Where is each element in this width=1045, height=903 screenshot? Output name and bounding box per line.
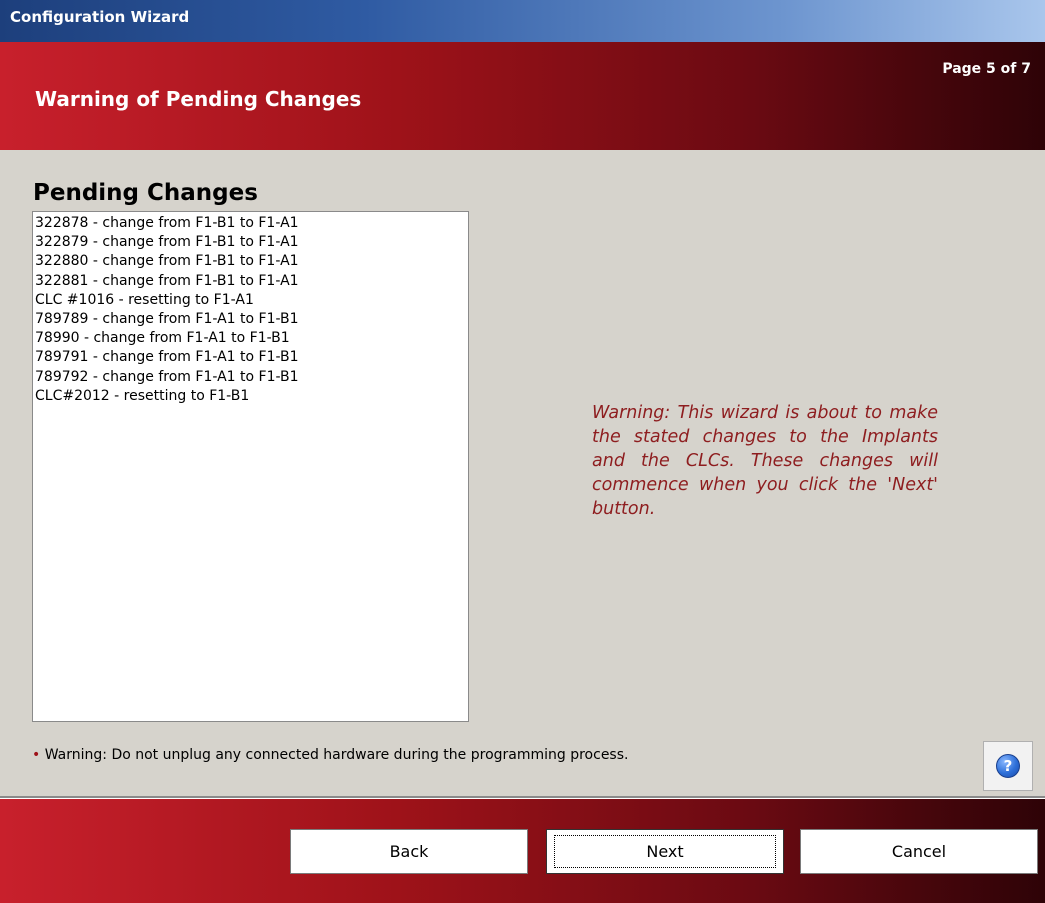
next-button[interactable]: Next	[546, 829, 784, 874]
list-item[interactable]: 322878 - change from F1-B1 to F1-A1	[35, 214, 468, 233]
list-item[interactable]: CLC#2012 - resetting to F1-B1	[35, 387, 468, 406]
warning-bullet: •	[32, 747, 41, 763]
window-title: Configuration Wizard	[10, 8, 190, 26]
list-item[interactable]: 789789 - change from F1-A1 to F1-B1	[35, 310, 468, 329]
list-item[interactable]: 322881 - change from F1-B1 to F1-A1	[35, 272, 468, 291]
list-item[interactable]: 322880 - change from F1-B1 to F1-A1	[35, 252, 468, 271]
back-button-label: Back	[389, 842, 429, 861]
next-button-label: Next	[646, 842, 684, 861]
pending-changes-warning: Warning: This wizard is about to make th…	[592, 403, 938, 519]
page-indicator: Page 5 of 7	[942, 61, 1031, 77]
window-titlebar: Configuration Wizard	[0, 0, 1045, 42]
help-button[interactable]: ?	[983, 741, 1033, 791]
back-button[interactable]: Back	[290, 829, 528, 874]
wizard-footer: Back Next Cancel	[0, 799, 1045, 903]
hardware-warning-text: Warning: Do not unplug any connected har…	[44, 747, 629, 763]
wizard-header: Warning of Pending Changes Page 5 of 7	[0, 42, 1045, 150]
list-item[interactable]: 78990 - change from F1-A1 to F1-B1	[35, 329, 468, 348]
pending-changes-list[interactable]: 322878 - change from F1-B1 to F1-A1 3228…	[32, 211, 469, 722]
list-item[interactable]: CLC #1016 - resetting to F1-A1	[35, 291, 468, 310]
cancel-button-label: Cancel	[891, 842, 947, 861]
list-item[interactable]: 789791 - change from F1-A1 to F1-B1	[35, 348, 468, 367]
help-icon: ?	[996, 754, 1020, 778]
cancel-button[interactable]: Cancel	[800, 829, 1038, 874]
section-title: Pending Changes	[33, 180, 258, 206]
hardware-warning: • Warning: Do not unplug any connected h…	[32, 747, 628, 763]
list-item[interactable]: 322879 - change from F1-B1 to F1-A1	[35, 233, 468, 252]
page-title: Warning of Pending Changes	[35, 87, 362, 111]
list-item[interactable]: 789792 - change from F1-A1 to F1-B1	[35, 368, 468, 387]
